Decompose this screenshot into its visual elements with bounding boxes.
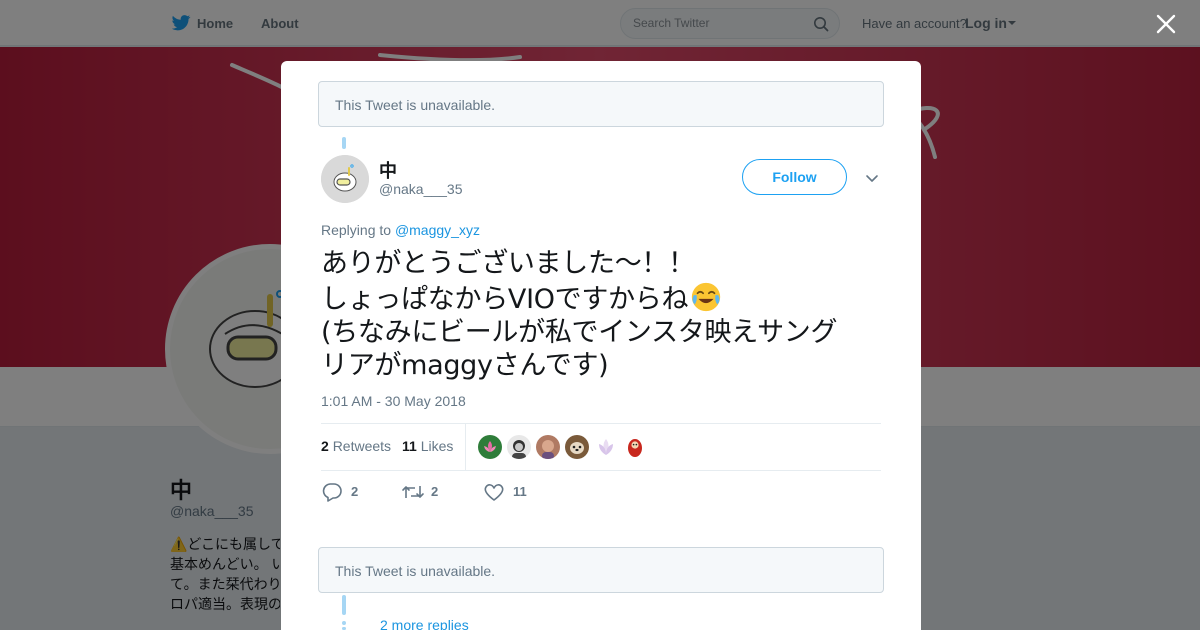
tweet-text-line: (ちなみにビールが私でインスタ映えサング	[321, 317, 838, 348]
daruma-avatar-icon	[623, 435, 647, 459]
portrait-avatar-icon	[507, 435, 531, 459]
liker-avatar[interactable]	[565, 435, 589, 459]
follow-button[interactable]: Follow	[742, 159, 847, 195]
dog-avatar-icon	[565, 435, 589, 459]
lotus-avatar-icon	[478, 435, 502, 459]
retweet-button[interactable]: 2	[401, 481, 451, 503]
liker-avatar[interactable]	[594, 435, 618, 459]
tweet-text-segment: しょっぱなからVIOですからね	[321, 284, 689, 315]
author-avatar[interactable]	[321, 155, 369, 203]
tweet-text-line: リアがmaggyさんです)	[321, 350, 609, 381]
liker-avatar[interactable]	[536, 435, 560, 459]
tweet-timestamp[interactable]: 1:01 AM - 30 May 2018	[321, 393, 466, 409]
face-with-tears-of-joy-icon	[692, 282, 721, 312]
retweet-count: 2	[431, 484, 439, 499]
flower-avatar-icon	[594, 435, 618, 459]
tweet-text-line: ありがとうございました～！！	[321, 248, 695, 279]
author-handle[interactable]: @naka___35	[379, 181, 463, 197]
unavailable-text: This Tweet is unavailable.	[335, 97, 496, 113]
replying-prefix: Replying to	[321, 222, 392, 238]
tweet-text-line-with-emoji: しょっぱなからVIOですからね	[321, 280, 881, 316]
likes-stat[interactable]: 11 Likes	[402, 438, 453, 454]
retweet-icon	[402, 486, 424, 498]
retweets-count: 2	[321, 438, 329, 454]
likes-count: 11	[402, 438, 417, 454]
more-replies-link[interactable]: 2 more replies	[380, 617, 469, 630]
author-name[interactable]: 中	[379, 157, 397, 183]
replying-to-line: Replying to @maggy_xyz	[321, 222, 480, 238]
tweet-modal: This Tweet is unavailable. 中 @naka___35 …	[281, 61, 921, 630]
tweet-stats: 2 Retweets 11 Likes	[321, 423, 881, 471]
like-button[interactable]: 11	[483, 481, 543, 503]
close-icon[interactable]	[1154, 12, 1178, 36]
reply-icon	[322, 483, 342, 502]
retweets-label: Retweets	[332, 438, 392, 454]
thread-connector-line	[342, 137, 346, 149]
heart-icon	[484, 484, 504, 501]
liker-avatar[interactable]	[478, 435, 502, 459]
thread-dot	[342, 621, 346, 625]
unavailable-tweet-notice: This Tweet is unavailable.	[318, 81, 884, 127]
liker-avatar[interactable]	[623, 435, 647, 459]
unavailable-text: This Tweet is unavailable.	[335, 563, 496, 579]
liker-avatar[interactable]	[507, 435, 531, 459]
likes-label: Likes	[420, 438, 454, 454]
thread-connector-line	[342, 595, 346, 615]
retweets-stat[interactable]: 2 Retweets	[321, 438, 391, 454]
face-avatar-icon	[536, 435, 560, 459]
chevron-down-icon[interactable]	[865, 171, 879, 185]
replying-to-link[interactable]: @maggy_xyz	[395, 222, 480, 238]
reply-button[interactable]: 2	[321, 481, 371, 503]
tweet-text: ありがとうございました～！！ しょっぱなからVIOですからね (ちなみにビールが…	[321, 247, 881, 382]
stats-divider	[465, 424, 466, 470]
like-count: 11	[513, 484, 527, 499]
snorkel-doodle-icon	[321, 155, 369, 203]
unavailable-tweet-notice: This Tweet is unavailable.	[318, 547, 884, 593]
reply-count: 2	[351, 484, 359, 499]
tweet-actions: 2 2 11	[321, 481, 621, 505]
